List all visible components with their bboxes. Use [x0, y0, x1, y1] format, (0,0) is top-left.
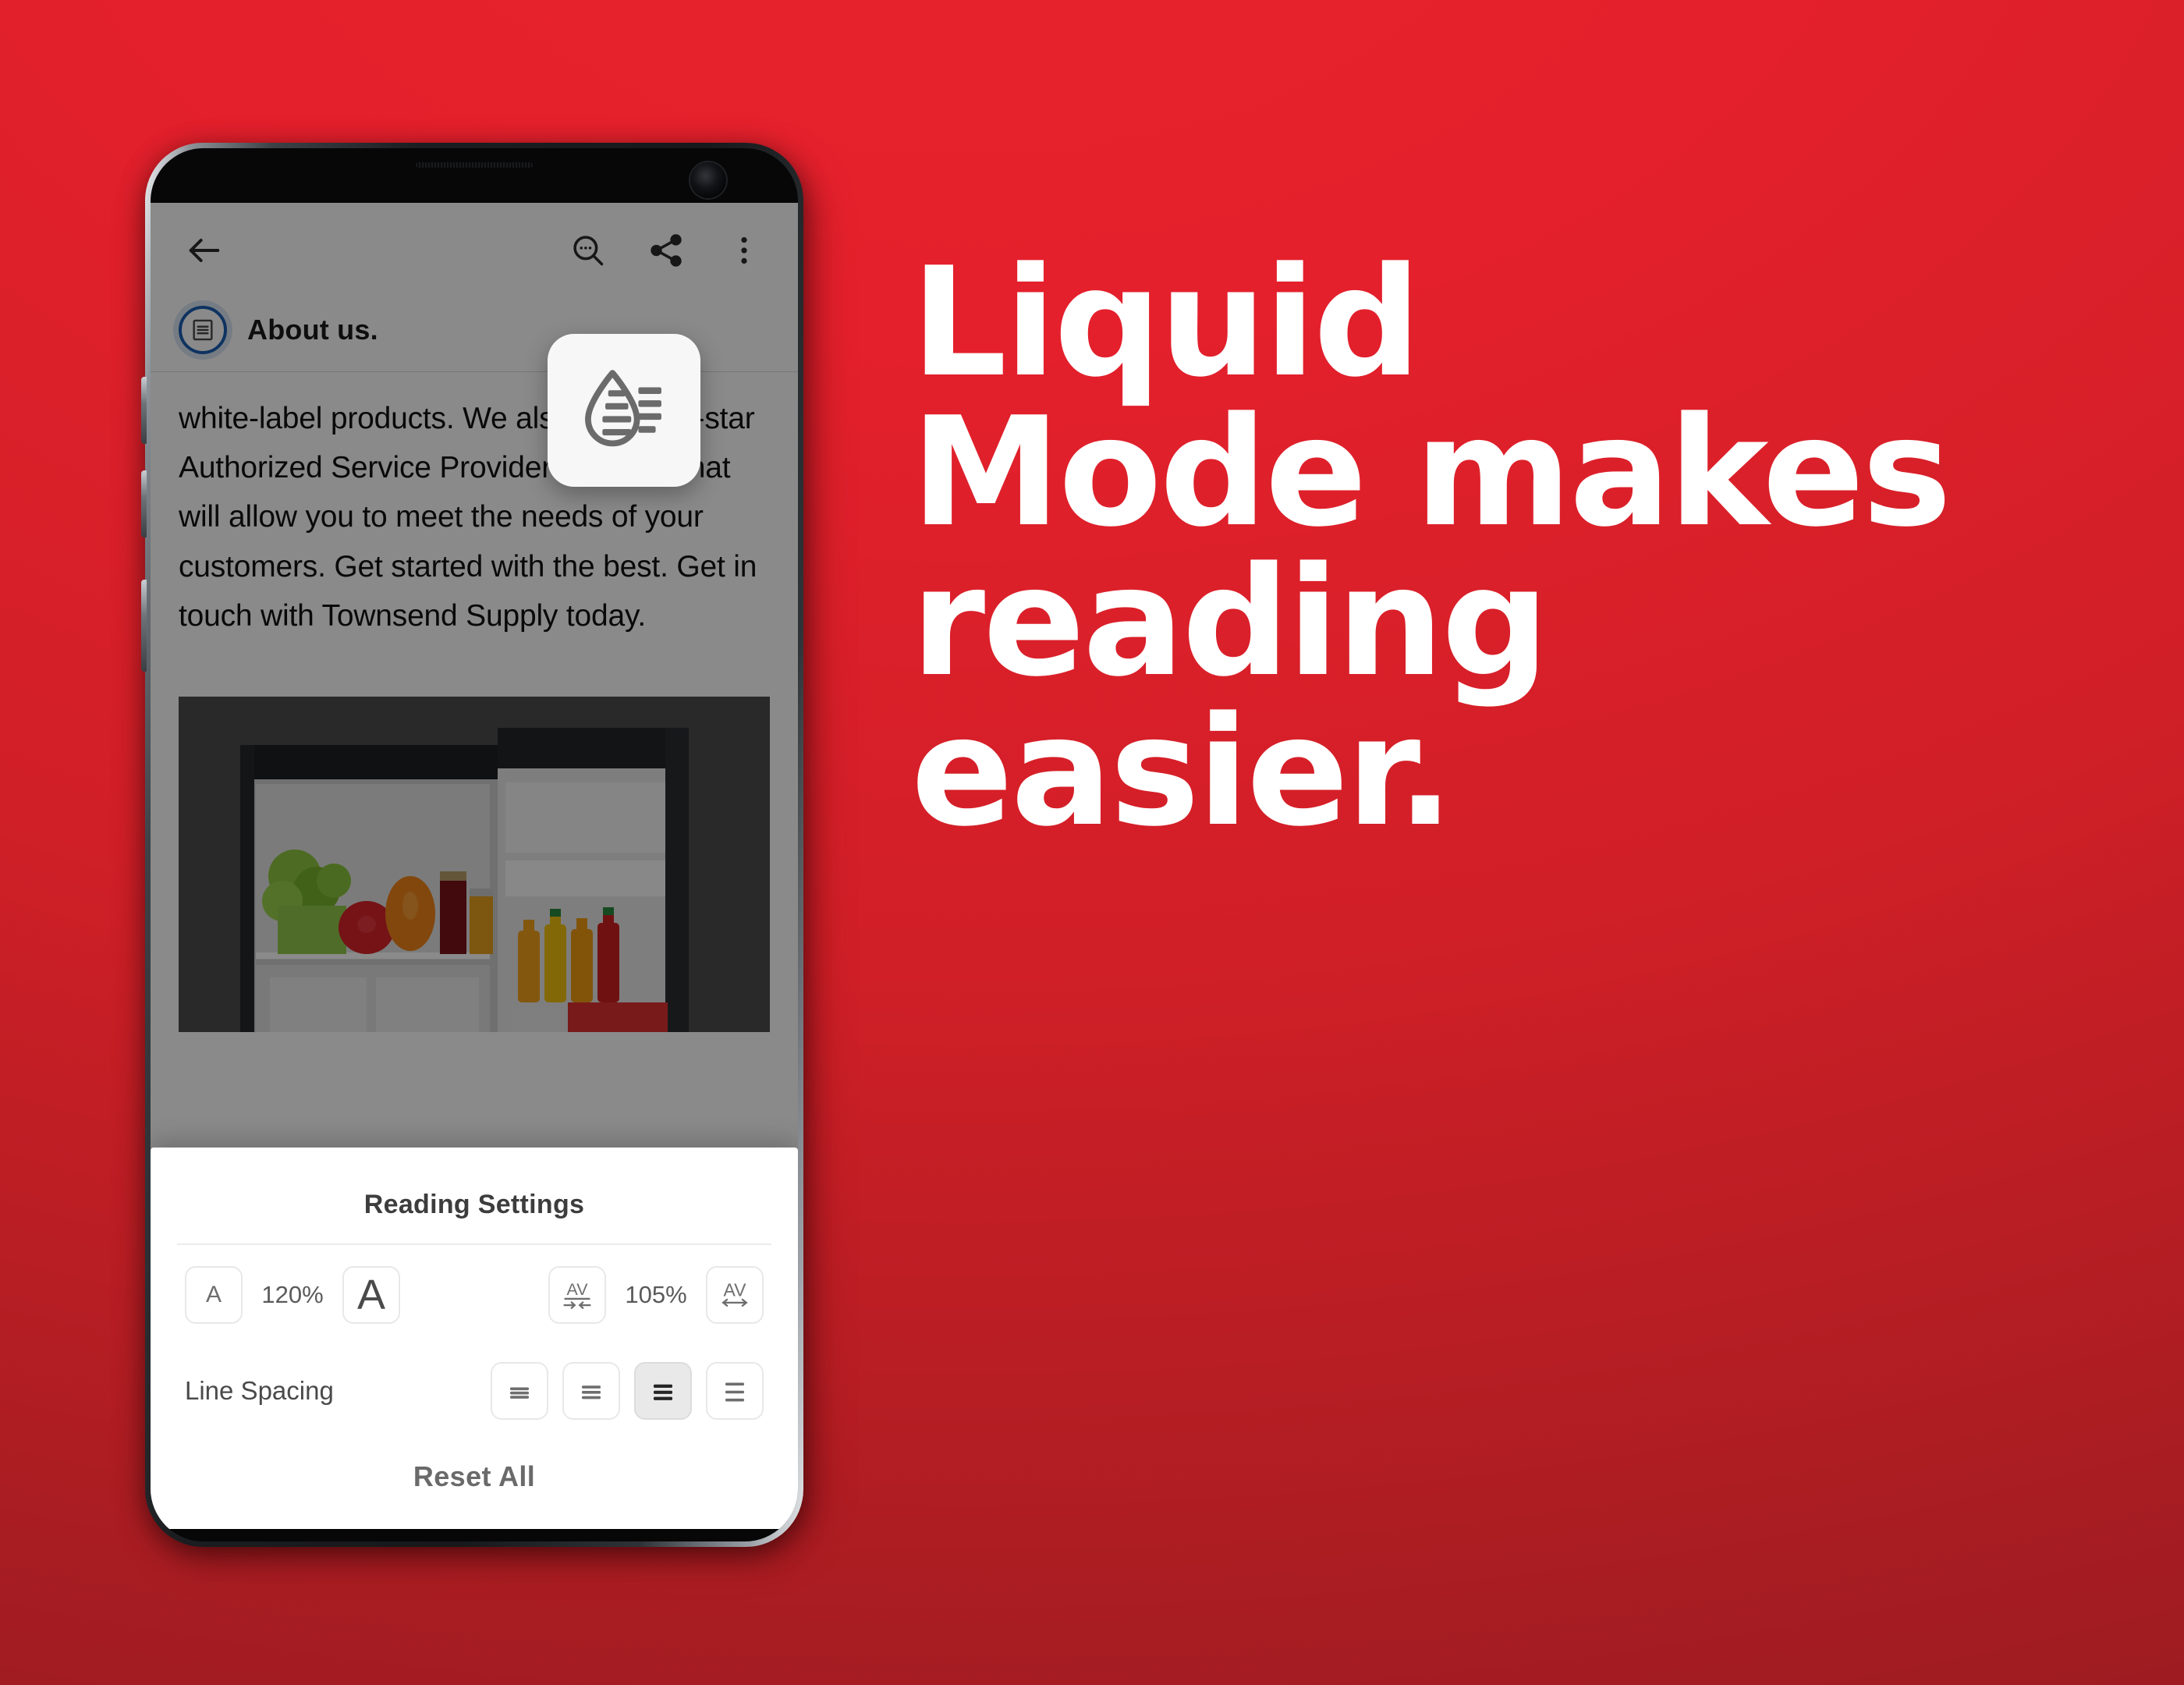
share-button[interactable] [640, 225, 692, 276]
refrigerator-photo [179, 696, 770, 1032]
line-spacing-option-4[interactable] [706, 1362, 764, 1420]
decrease-letter-spacing-button[interactable]: AV [548, 1266, 606, 1324]
overflow-menu-button[interactable] [718, 225, 770, 276]
headline-text: Liquid Mode makes reading easier. [911, 235, 1952, 860]
phone-volume-up-button[interactable] [141, 377, 147, 444]
letter-spacing-value: 105% [625, 1281, 687, 1308]
share-icon [651, 234, 682, 267]
document-badge[interactable] [179, 306, 227, 354]
document-outline-icon [193, 319, 213, 341]
earpiece-speaker [416, 162, 533, 168]
app-toolbar [151, 203, 798, 298]
small-a-label: A [205, 1282, 222, 1307]
back-button[interactable] [179, 225, 230, 276]
app-screen: About us. white-label products. We also … [151, 203, 798, 1529]
article-header: About us. [151, 298, 798, 372]
reading-settings-title: Reading Settings [363, 1190, 585, 1219]
svg-text:AV: AV [724, 1280, 747, 1300]
line-spacing-options [491, 1362, 764, 1420]
article-body: white-label products. We also have a 7-s… [151, 372, 798, 640]
line-spacing-label: Line Spacing [185, 1376, 334, 1405]
liquid-mode-badge[interactable] [548, 334, 700, 487]
front-camera [690, 162, 726, 198]
line-spacing-3-icon [654, 1384, 672, 1400]
increase-letter-spacing-button[interactable]: AV [706, 1266, 764, 1324]
font-size-value: 120% [261, 1281, 324, 1308]
search-icon [573, 236, 604, 266]
letter-spacing-decrease-icon: AV [563, 1280, 591, 1309]
phone-mockup: About us. white-label products. We also … [141, 143, 824, 1555]
line-spacing-option-1[interactable] [491, 1362, 548, 1420]
reading-settings-sheet: Reading Settings A 120% A AV 105% AV Lin… [151, 1148, 798, 1529]
reset-all-button[interactable]: Reset All [413, 1460, 535, 1493]
text-size-row: A 120% A AV 105% AV [151, 1245, 798, 1345]
article-title: About us. [247, 314, 378, 346]
font-size-group: A 120% A [185, 1266, 400, 1324]
arrow-left-icon [189, 239, 220, 262]
phone-bixby-button[interactable] [141, 580, 147, 672]
poster-canvas: Liquid Mode makes reading easier. About … [0, 0, 2184, 1685]
line-spacing-2-icon [582, 1385, 601, 1399]
liquid-mode-droplet-icon [585, 370, 661, 447]
open-refrigerator-illustration [179, 696, 770, 1032]
line-spacing-4-icon [725, 1382, 744, 1402]
decrease-font-size-button[interactable]: A [185, 1266, 243, 1324]
line-spacing-1-icon [510, 1387, 529, 1399]
svg-text:AV: AV [567, 1280, 589, 1299]
toolbar-actions [562, 225, 770, 276]
search-button[interactable] [562, 225, 614, 276]
line-spacing-option-3[interactable] [634, 1362, 692, 1420]
line-spacing-option-2[interactable] [562, 1362, 620, 1420]
line-spacing-row: Line Spacing [151, 1345, 798, 1437]
letter-spacing-group: AV 105% AV [548, 1266, 764, 1324]
phone-volume-down-button[interactable] [141, 470, 147, 537]
more-vertical-icon [741, 236, 747, 264]
increase-font-size-button[interactable]: A [342, 1266, 400, 1324]
letter-spacing-increase-icon: AV [722, 1280, 748, 1307]
reset-all-row: Reset All [151, 1437, 798, 1529]
phone-screen-glass: About us. white-label products. We also … [151, 148, 798, 1541]
large-a-label: A [356, 1271, 386, 1318]
